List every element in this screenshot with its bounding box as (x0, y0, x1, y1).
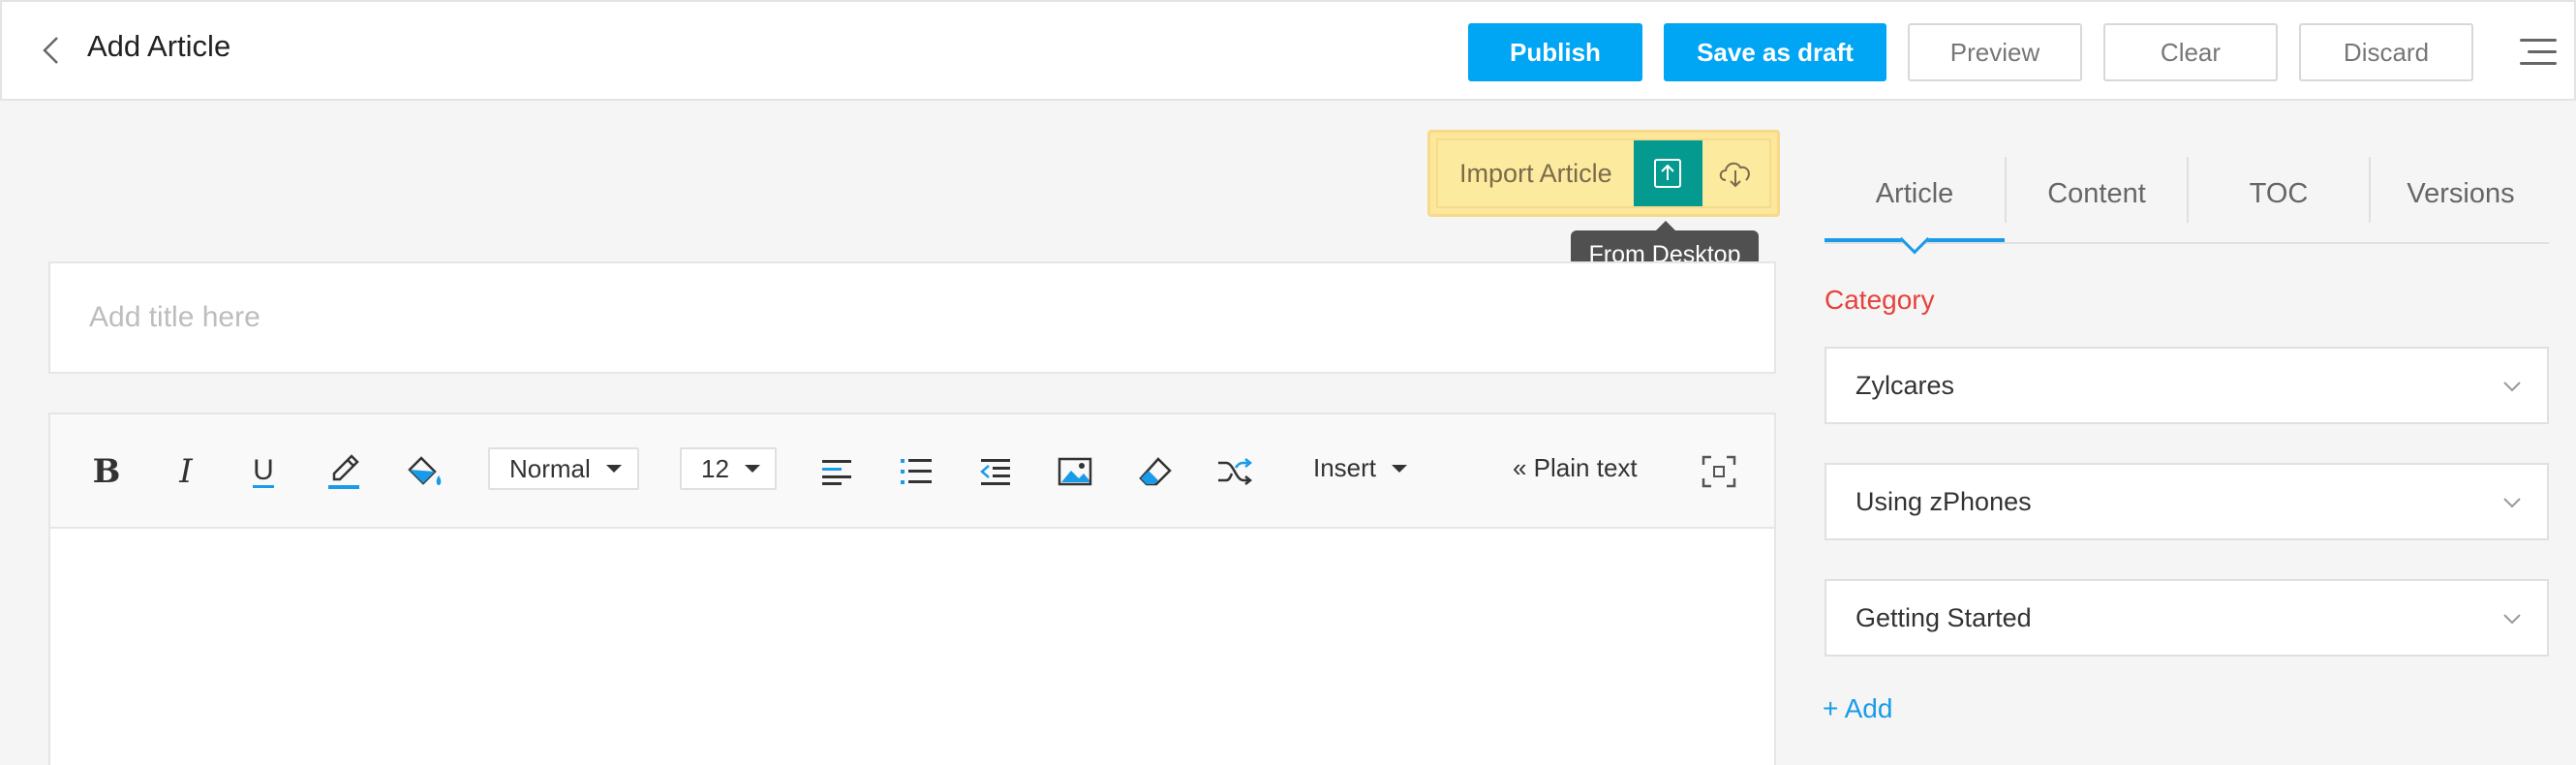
tab-toc[interactable]: TOC (2189, 145, 2369, 242)
article-title-input[interactable] (48, 261, 1776, 374)
plain-text-label: « Plain text (1513, 453, 1638, 482)
menu-icon[interactable] (2520, 35, 2557, 70)
format-value: Normal (509, 453, 591, 483)
plain-text-button[interactable]: « Plain text (1513, 453, 1638, 483)
import-article-group: Import Article (1427, 130, 1780, 217)
chevron-down-icon (2503, 614, 2521, 625)
publish-button[interactable]: Publish (1468, 23, 1642, 81)
top-header: Add Article Publish Save as draft Previe… (0, 0, 2576, 101)
discard-button[interactable]: Discard (2299, 23, 2473, 81)
clear-button[interactable]: Clear (2103, 23, 2278, 81)
underline-icon[interactable]: U (244, 447, 283, 496)
tab-versions[interactable]: Versions (2371, 145, 2551, 242)
editor-toolbar: B I U Normal 12 Insert « Plain text (50, 414, 1774, 529)
page-title: Add Article (87, 29, 231, 63)
format-select[interactable]: Normal (488, 447, 639, 490)
bold-icon[interactable]: B (87, 447, 126, 496)
category-value: Using zPhones (1855, 486, 2032, 516)
category-value: Zylcares (1855, 370, 1955, 400)
back-icon[interactable] (31, 31, 70, 70)
add-category-link[interactable]: + Add (1823, 693, 1892, 724)
outdent-icon[interactable] (976, 447, 1015, 496)
bullet-list-icon[interactable] (897, 447, 935, 496)
eraser-icon[interactable] (1135, 447, 1176, 496)
italic-icon[interactable]: I (167, 447, 205, 496)
category-select-2[interactable]: Using zPhones (1825, 463, 2549, 540)
category-select-1[interactable]: Zylcares (1825, 347, 2549, 424)
category-select-3[interactable]: Getting Started (1825, 579, 2549, 657)
cloud-download-icon[interactable] (1702, 140, 1769, 206)
save-draft-button[interactable]: Save as draft (1664, 23, 1886, 81)
fullscreen-icon[interactable] (1699, 447, 1739, 496)
font-size-value: 12 (701, 453, 729, 483)
chevron-down-icon (2503, 382, 2521, 392)
preview-button[interactable]: Preview (1908, 23, 2082, 81)
import-article-button[interactable]: Import Article (1438, 140, 1634, 206)
chevron-down-icon (2503, 498, 2521, 508)
category-value: Getting Started (1855, 602, 2032, 632)
upload-icon[interactable] (1633, 140, 1702, 206)
insert-dropdown[interactable]: Insert (1313, 453, 1408, 483)
tab-content[interactable]: Content (2007, 145, 2187, 242)
text-color-icon[interactable] (323, 447, 364, 496)
rich-text-editor[interactable]: B I U Normal 12 Insert « Plain text (48, 413, 1776, 765)
image-icon[interactable] (1056, 447, 1094, 496)
fill-color-icon[interactable] (403, 447, 445, 496)
font-size-select[interactable]: 12 (680, 447, 777, 490)
shuffle-icon[interactable] (1214, 447, 1255, 496)
insert-label: Insert (1313, 453, 1377, 482)
category-label: Category (1825, 285, 1935, 315)
side-tabs: Article Content TOC Versions (1825, 145, 2551, 255)
align-left-icon[interactable] (817, 447, 856, 496)
